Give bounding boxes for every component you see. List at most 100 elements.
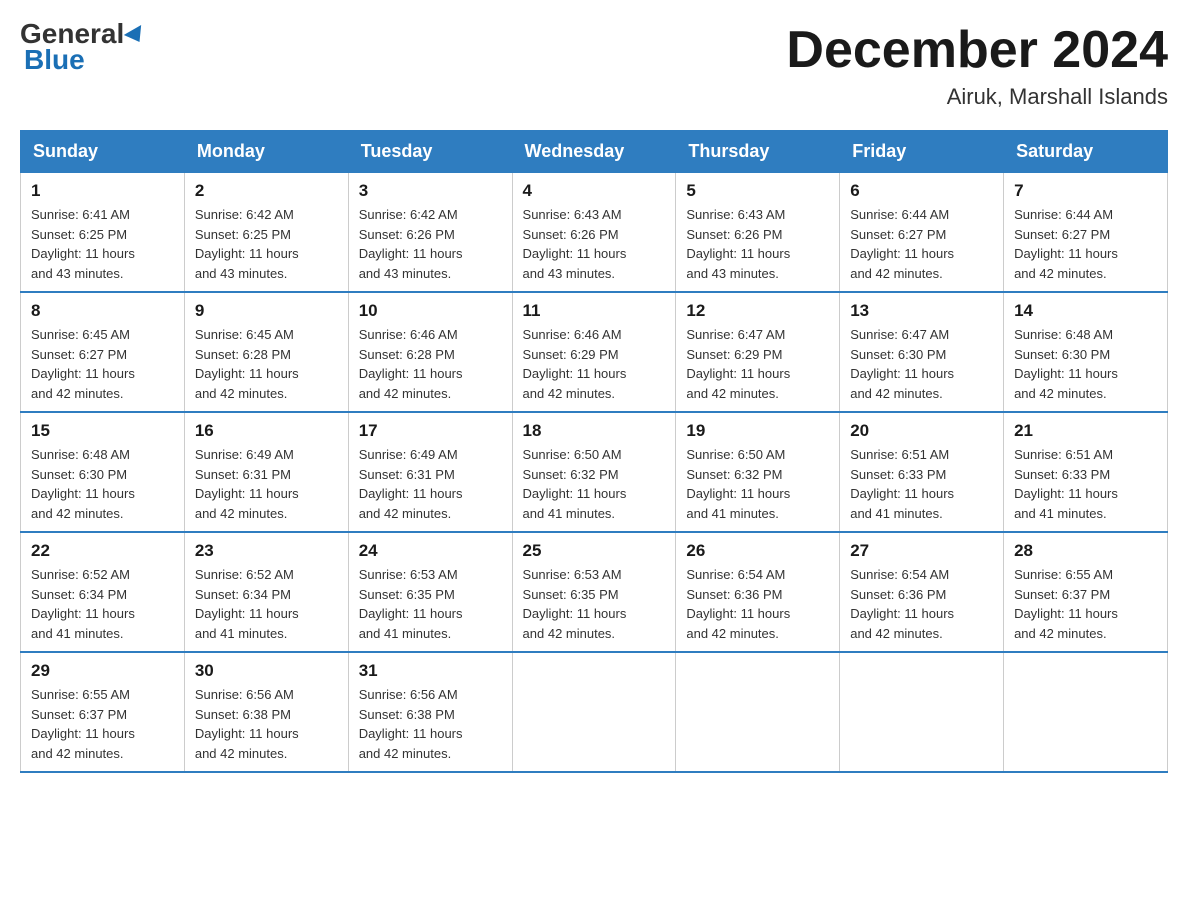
calendar-cell: 15 Sunrise: 6:48 AM Sunset: 6:30 PM Dayl… — [21, 412, 185, 532]
day-number: 14 — [1014, 301, 1157, 321]
day-info: Sunrise: 6:54 AM Sunset: 6:36 PM Dayligh… — [850, 565, 993, 643]
calendar-cell — [840, 652, 1004, 772]
calendar-cell: 28 Sunrise: 6:55 AM Sunset: 6:37 PM Dayl… — [1004, 532, 1168, 652]
location: Airuk, Marshall Islands — [786, 84, 1168, 110]
page-header: General Blue December 2024 Airuk, Marsha… — [20, 20, 1168, 110]
calendar-header-row: SundayMondayTuesdayWednesdayThursdayFrid… — [21, 131, 1168, 173]
day-info: Sunrise: 6:43 AM Sunset: 6:26 PM Dayligh… — [523, 205, 666, 283]
day-number: 11 — [523, 301, 666, 321]
calendar-cell: 30 Sunrise: 6:56 AM Sunset: 6:38 PM Dayl… — [184, 652, 348, 772]
day-number: 3 — [359, 181, 502, 201]
calendar-cell — [676, 652, 840, 772]
day-number: 5 — [686, 181, 829, 201]
day-info: Sunrise: 6:48 AM Sunset: 6:30 PM Dayligh… — [31, 445, 174, 523]
day-number: 30 — [195, 661, 338, 681]
day-info: Sunrise: 6:53 AM Sunset: 6:35 PM Dayligh… — [359, 565, 502, 643]
day-number: 7 — [1014, 181, 1157, 201]
calendar-cell: 18 Sunrise: 6:50 AM Sunset: 6:32 PM Dayl… — [512, 412, 676, 532]
title-block: December 2024 Airuk, Marshall Islands — [786, 20, 1168, 110]
calendar-header-sunday: Sunday — [21, 131, 185, 173]
logo: General Blue — [20, 20, 146, 76]
day-number: 29 — [31, 661, 174, 681]
day-info: Sunrise: 6:47 AM Sunset: 6:29 PM Dayligh… — [686, 325, 829, 403]
calendar-cell: 5 Sunrise: 6:43 AM Sunset: 6:26 PM Dayli… — [676, 173, 840, 293]
day-info: Sunrise: 6:46 AM Sunset: 6:28 PM Dayligh… — [359, 325, 502, 403]
calendar-cell: 24 Sunrise: 6:53 AM Sunset: 6:35 PM Dayl… — [348, 532, 512, 652]
calendar-cell: 13 Sunrise: 6:47 AM Sunset: 6:30 PM Dayl… — [840, 292, 1004, 412]
day-number: 25 — [523, 541, 666, 561]
day-info: Sunrise: 6:42 AM Sunset: 6:26 PM Dayligh… — [359, 205, 502, 283]
calendar-cell: 4 Sunrise: 6:43 AM Sunset: 6:26 PM Dayli… — [512, 173, 676, 293]
day-number: 31 — [359, 661, 502, 681]
day-number: 21 — [1014, 421, 1157, 441]
calendar-header-saturday: Saturday — [1004, 131, 1168, 173]
calendar-cell: 21 Sunrise: 6:51 AM Sunset: 6:33 PM Dayl… — [1004, 412, 1168, 532]
calendar-cell: 10 Sunrise: 6:46 AM Sunset: 6:28 PM Dayl… — [348, 292, 512, 412]
day-number: 22 — [31, 541, 174, 561]
day-info: Sunrise: 6:54 AM Sunset: 6:36 PM Dayligh… — [686, 565, 829, 643]
calendar-cell — [512, 652, 676, 772]
logo-blue-text: Blue — [20, 44, 85, 76]
day-info: Sunrise: 6:41 AM Sunset: 6:25 PM Dayligh… — [31, 205, 174, 283]
calendar-cell: 19 Sunrise: 6:50 AM Sunset: 6:32 PM Dayl… — [676, 412, 840, 532]
calendar-week-row: 8 Sunrise: 6:45 AM Sunset: 6:27 PM Dayli… — [21, 292, 1168, 412]
day-info: Sunrise: 6:52 AM Sunset: 6:34 PM Dayligh… — [195, 565, 338, 643]
day-info: Sunrise: 6:51 AM Sunset: 6:33 PM Dayligh… — [1014, 445, 1157, 523]
day-info: Sunrise: 6:45 AM Sunset: 6:28 PM Dayligh… — [195, 325, 338, 403]
calendar-cell: 23 Sunrise: 6:52 AM Sunset: 6:34 PM Dayl… — [184, 532, 348, 652]
day-info: Sunrise: 6:56 AM Sunset: 6:38 PM Dayligh… — [195, 685, 338, 763]
calendar-cell: 27 Sunrise: 6:54 AM Sunset: 6:36 PM Dayl… — [840, 532, 1004, 652]
day-info: Sunrise: 6:44 AM Sunset: 6:27 PM Dayligh… — [1014, 205, 1157, 283]
calendar-week-row: 1 Sunrise: 6:41 AM Sunset: 6:25 PM Dayli… — [21, 173, 1168, 293]
calendar-week-row: 22 Sunrise: 6:52 AM Sunset: 6:34 PM Dayl… — [21, 532, 1168, 652]
month-title: December 2024 — [786, 20, 1168, 80]
day-number: 8 — [31, 301, 174, 321]
day-info: Sunrise: 6:50 AM Sunset: 6:32 PM Dayligh… — [686, 445, 829, 523]
day-number: 16 — [195, 421, 338, 441]
day-info: Sunrise: 6:46 AM Sunset: 6:29 PM Dayligh… — [523, 325, 666, 403]
calendar-cell: 26 Sunrise: 6:54 AM Sunset: 6:36 PM Dayl… — [676, 532, 840, 652]
calendar-header-wednesday: Wednesday — [512, 131, 676, 173]
day-number: 4 — [523, 181, 666, 201]
day-number: 15 — [31, 421, 174, 441]
day-number: 9 — [195, 301, 338, 321]
calendar-cell: 31 Sunrise: 6:56 AM Sunset: 6:38 PM Dayl… — [348, 652, 512, 772]
day-number: 2 — [195, 181, 338, 201]
calendar-header-monday: Monday — [184, 131, 348, 173]
calendar-header-tuesday: Tuesday — [348, 131, 512, 173]
calendar-cell: 8 Sunrise: 6:45 AM Sunset: 6:27 PM Dayli… — [21, 292, 185, 412]
day-number: 20 — [850, 421, 993, 441]
day-info: Sunrise: 6:51 AM Sunset: 6:33 PM Dayligh… — [850, 445, 993, 523]
day-info: Sunrise: 6:55 AM Sunset: 6:37 PM Dayligh… — [1014, 565, 1157, 643]
day-number: 23 — [195, 541, 338, 561]
day-info: Sunrise: 6:52 AM Sunset: 6:34 PM Dayligh… — [31, 565, 174, 643]
calendar-cell: 29 Sunrise: 6:55 AM Sunset: 6:37 PM Dayl… — [21, 652, 185, 772]
calendar-table: SundayMondayTuesdayWednesdayThursdayFrid… — [20, 130, 1168, 773]
calendar-cell: 25 Sunrise: 6:53 AM Sunset: 6:35 PM Dayl… — [512, 532, 676, 652]
calendar-cell: 12 Sunrise: 6:47 AM Sunset: 6:29 PM Dayl… — [676, 292, 840, 412]
calendar-cell: 17 Sunrise: 6:49 AM Sunset: 6:31 PM Dayl… — [348, 412, 512, 532]
day-info: Sunrise: 6:53 AM Sunset: 6:35 PM Dayligh… — [523, 565, 666, 643]
day-number: 26 — [686, 541, 829, 561]
day-info: Sunrise: 6:56 AM Sunset: 6:38 PM Dayligh… — [359, 685, 502, 763]
day-info: Sunrise: 6:55 AM Sunset: 6:37 PM Dayligh… — [31, 685, 174, 763]
day-number: 24 — [359, 541, 502, 561]
calendar-cell: 20 Sunrise: 6:51 AM Sunset: 6:33 PM Dayl… — [840, 412, 1004, 532]
day-number: 12 — [686, 301, 829, 321]
calendar-cell: 9 Sunrise: 6:45 AM Sunset: 6:28 PM Dayli… — [184, 292, 348, 412]
day-number: 17 — [359, 421, 502, 441]
day-info: Sunrise: 6:42 AM Sunset: 6:25 PM Dayligh… — [195, 205, 338, 283]
day-number: 18 — [523, 421, 666, 441]
day-number: 28 — [1014, 541, 1157, 561]
day-info: Sunrise: 6:50 AM Sunset: 6:32 PM Dayligh… — [523, 445, 666, 523]
day-info: Sunrise: 6:47 AM Sunset: 6:30 PM Dayligh… — [850, 325, 993, 403]
calendar-cell: 16 Sunrise: 6:49 AM Sunset: 6:31 PM Dayl… — [184, 412, 348, 532]
day-number: 10 — [359, 301, 502, 321]
day-info: Sunrise: 6:44 AM Sunset: 6:27 PM Dayligh… — [850, 205, 993, 283]
calendar-cell — [1004, 652, 1168, 772]
day-info: Sunrise: 6:48 AM Sunset: 6:30 PM Dayligh… — [1014, 325, 1157, 403]
calendar-week-row: 15 Sunrise: 6:48 AM Sunset: 6:30 PM Dayl… — [21, 412, 1168, 532]
calendar-cell: 11 Sunrise: 6:46 AM Sunset: 6:29 PM Dayl… — [512, 292, 676, 412]
day-number: 6 — [850, 181, 993, 201]
day-number: 1 — [31, 181, 174, 201]
